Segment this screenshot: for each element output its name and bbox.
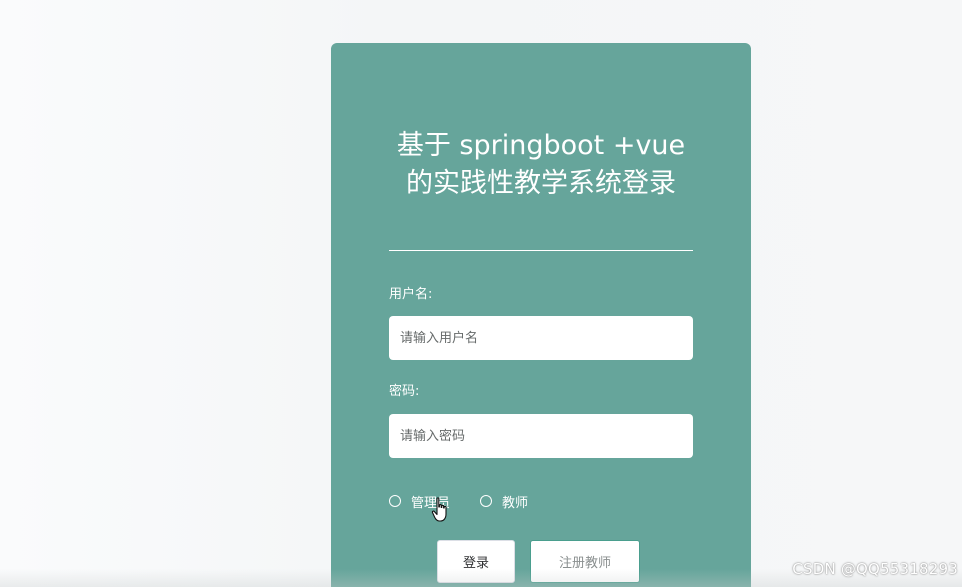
username-label: 用户名: (389, 287, 433, 302)
login-page: 基于 springboot +vue 的实践性教学系统登录 用户名: 密码: 管… (0, 0, 962, 587)
password-input[interactable] (389, 414, 693, 458)
watermark-text: CSDN @QQ55318293 (792, 560, 958, 578)
role-label-teacher: 教师 (502, 495, 529, 511)
login-title: 基于 springboot +vue 的实践性教学系统登录 (331, 127, 751, 203)
radio-circle-icon[interactable] (389, 495, 401, 507)
login-card: 基于 springboot +vue 的实践性教学系统登录 用户名: 密码: 管… (331, 43, 751, 587)
password-label: 密码: (389, 384, 420, 399)
role-radio-teacher[interactable]: 教师 (480, 492, 528, 511)
title-line-2: 的实践性教学系统登录 (406, 168, 676, 199)
title-line-1: 基于 springboot +vue (396, 130, 686, 161)
radio-circle-icon[interactable] (480, 495, 493, 507)
title-divider (389, 250, 693, 251)
role-radio-group: 管理员 教师 (389, 492, 558, 511)
username-input[interactable] (389, 316, 693, 360)
hand-pointer-icon (431, 497, 447, 522)
